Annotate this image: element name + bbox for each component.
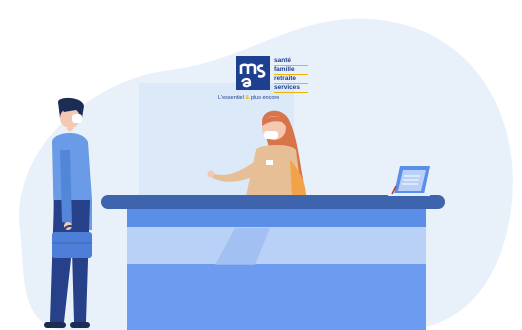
tagline-after: plus encore xyxy=(250,95,280,101)
reception-illustration xyxy=(19,18,513,330)
desk-front-upper xyxy=(127,209,426,227)
msa-tagline: L'essentiel & plus encore xyxy=(218,95,338,101)
msa-logo-text: santé famille retraite services xyxy=(274,57,346,93)
msa-mark-icon xyxy=(236,56,270,90)
logo-line-famille: famille xyxy=(274,66,308,75)
tagline-before: L'essentiel xyxy=(218,95,244,101)
logo-line-retraite: retraite xyxy=(274,75,308,84)
logo-line-services: services xyxy=(274,84,308,93)
tagline-ampersand: & xyxy=(245,95,250,101)
desk-front-lower xyxy=(127,264,426,330)
logo-line-sante: santé xyxy=(274,57,308,66)
desk-counter-top xyxy=(101,195,445,209)
msa-logo-mark xyxy=(236,56,270,90)
desk-front-panel xyxy=(127,227,426,265)
